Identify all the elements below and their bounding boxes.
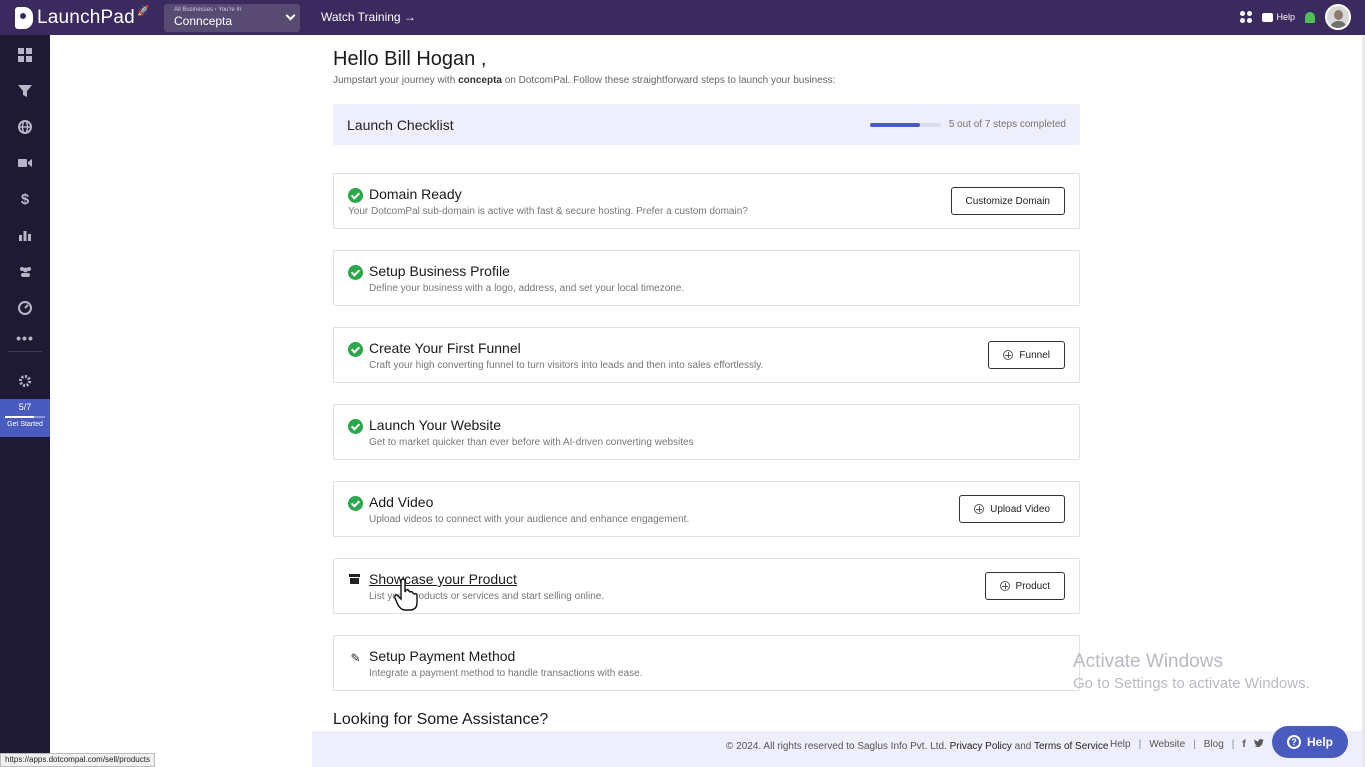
step-title-link[interactable]: Showcase your Product bbox=[369, 571, 517, 587]
step-description: Define your business with a logo, addres… bbox=[369, 283, 685, 294]
sidebar-progress-text: 5/7 bbox=[18, 402, 32, 412]
plus-circle-icon bbox=[974, 504, 985, 514]
step-showcase-product[interactable]: Showcase your Product List your products… bbox=[333, 558, 1080, 614]
check-circle-icon bbox=[348, 419, 363, 434]
progress-text: 5 out of 7 steps completed bbox=[948, 119, 1066, 130]
step-title: Setup Payment Method bbox=[369, 648, 516, 664]
greeting: Hello Bill Hogan , bbox=[333, 48, 487, 70]
privacy-policy-link[interactable]: Privacy Policy bbox=[950, 741, 1012, 752]
progress-track bbox=[869, 122, 941, 127]
step-title: Launch Your Website bbox=[369, 417, 502, 433]
funnel-button[interactable]: Funnel bbox=[988, 341, 1065, 369]
globe-icon[interactable] bbox=[17, 119, 33, 135]
checklist-title: Launch Checklist bbox=[347, 116, 454, 133]
rocket-icon: 🚀 bbox=[136, 6, 150, 17]
gauge-icon[interactable] bbox=[17, 300, 33, 316]
progress-fill bbox=[869, 122, 921, 127]
terms-of-service-link[interactable]: Terms of Service bbox=[1034, 741, 1108, 752]
twitter-icon[interactable] bbox=[1253, 739, 1264, 750]
windows-activation-watermark: Activate Windows Go to Settings to activ… bbox=[1073, 651, 1310, 692]
dashboard-icon[interactable] bbox=[17, 47, 33, 63]
funnel-icon[interactable] bbox=[17, 83, 33, 99]
help-link[interactable]: Help bbox=[1262, 12, 1295, 22]
get-started-label: Get Started bbox=[7, 421, 43, 428]
step-payment-method[interactable]: ✎ Setup Payment Method Integrate a payme… bbox=[333, 635, 1080, 691]
plus-circle-icon bbox=[999, 581, 1010, 591]
check-circle-icon bbox=[348, 342, 363, 357]
archive-box-icon bbox=[349, 574, 360, 584]
sidebar: $ ••• 5/7 Get Started bbox=[0, 35, 50, 767]
sidebar-progress-bar bbox=[5, 416, 45, 418]
top-bar: LaunchPad 🚀 All Businesses › You're In C… bbox=[0, 0, 1365, 35]
assistance-heading: Looking for Some Assistance? bbox=[333, 711, 549, 728]
footer: © 2024. All rights reserved to Saglus In… bbox=[312, 731, 1365, 767]
help-label: Help bbox=[1276, 12, 1295, 22]
question-icon: ? bbox=[1286, 735, 1301, 749]
step-description: Integrate a payment method to handle tra… bbox=[369, 668, 643, 679]
step-description: Your DotcomPal sub-domain is active with… bbox=[348, 206, 748, 217]
step-title: Domain Ready bbox=[369, 186, 462, 202]
help-fab-label: Help bbox=[1306, 735, 1333, 749]
pen-icon: ✎ bbox=[350, 650, 361, 665]
apps-grid-icon[interactable] bbox=[1240, 11, 1253, 23]
help-chat-button[interactable]: ? Help bbox=[1272, 726, 1348, 758]
step-domain-ready[interactable]: Domain Ready Your DotcomPal sub-domain i… bbox=[333, 173, 1080, 229]
business-selector[interactable]: All Businesses › You're In Conncepta bbox=[164, 4, 300, 32]
dollar-icon[interactable]: $ bbox=[17, 191, 33, 208]
upload-video-button[interactable]: Upload Video bbox=[959, 495, 1065, 523]
sidebar-divider bbox=[8, 351, 42, 352]
brand-name: LaunchPad bbox=[37, 6, 135, 28]
status-bar-url: https://apps.dotcompal.com/sell/products bbox=[0, 753, 155, 767]
more-icon[interactable]: ••• bbox=[16, 330, 33, 346]
footer-links: Help | Website | Blog | f bbox=[1110, 739, 1264, 750]
footer-help-link[interactable]: Help bbox=[1110, 739, 1131, 750]
checklist-header: Launch Checklist 5 out of 7 steps comple… bbox=[333, 104, 1080, 145]
avatar[interactable] bbox=[1325, 4, 1351, 30]
business-breadcrumb: All Businesses › You're In bbox=[174, 7, 242, 13]
customize-domain-button[interactable]: Customize Domain bbox=[950, 187, 1065, 215]
step-first-funnel[interactable]: Create Your First Funnel Craft your high… bbox=[333, 327, 1080, 383]
check-circle-icon bbox=[348, 188, 363, 203]
step-title: Add Video bbox=[369, 494, 434, 510]
main-content: Hello Bill Hogan , Jumpstart your journe… bbox=[333, 48, 1080, 145]
step-title: Setup Business Profile bbox=[369, 263, 510, 279]
step-description: Craft your high converting funnel to tur… bbox=[369, 360, 764, 371]
watermark-line2: Go to Settings to activate Windows. bbox=[1073, 675, 1310, 692]
get-started-progress[interactable]: 5/7 Get Started bbox=[0, 399, 50, 437]
settings-icon[interactable] bbox=[17, 373, 33, 389]
chart-icon[interactable] bbox=[17, 227, 33, 243]
launchpad-logo[interactable]: LaunchPad 🚀 bbox=[15, 6, 150, 29]
users-icon[interactable] bbox=[17, 263, 33, 279]
step-description: Upload videos to connect with your audie… bbox=[369, 514, 690, 525]
watermark-line1: Activate Windows bbox=[1073, 651, 1223, 672]
video-icon[interactable] bbox=[17, 155, 33, 171]
step-add-video[interactable]: Add Video Upload videos to connect with … bbox=[333, 481, 1080, 537]
top-right-tools: Help bbox=[1240, 4, 1351, 30]
business-slug: concepta bbox=[458, 75, 502, 86]
checklist-progress: 5 out of 7 steps completed bbox=[869, 119, 1066, 130]
check-circle-icon bbox=[348, 265, 363, 280]
hand-cursor-icon bbox=[394, 578, 418, 611]
intro-text: Jumpstart your journey with concepta on … bbox=[333, 75, 836, 86]
bell-icon[interactable] bbox=[1305, 11, 1315, 23]
logo-icon bbox=[15, 6, 33, 29]
product-button[interactable]: Product bbox=[984, 572, 1065, 600]
copyright: © 2024. All rights reserved to Saglus In… bbox=[726, 741, 1109, 752]
footer-blog-link[interactable]: Blog bbox=[1204, 739, 1224, 750]
check-circle-icon bbox=[348, 496, 363, 511]
footer-website-link[interactable]: Website bbox=[1149, 739, 1185, 750]
facebook-icon[interactable]: f bbox=[1242, 739, 1245, 750]
plus-circle-icon bbox=[1003, 350, 1014, 360]
help-icon bbox=[1262, 12, 1274, 22]
step-launch-website[interactable]: Launch Your Website Get to market quicke… bbox=[333, 404, 1080, 460]
step-business-profile[interactable]: Setup Business Profile Define your busin… bbox=[333, 250, 1080, 306]
step-description: Get to market quicker than ever before w… bbox=[369, 437, 694, 448]
step-title: Create Your First Funnel bbox=[369, 340, 521, 356]
business-name: Conncepta bbox=[174, 14, 233, 28]
watch-training-link[interactable]: Watch Training → bbox=[321, 10, 416, 24]
